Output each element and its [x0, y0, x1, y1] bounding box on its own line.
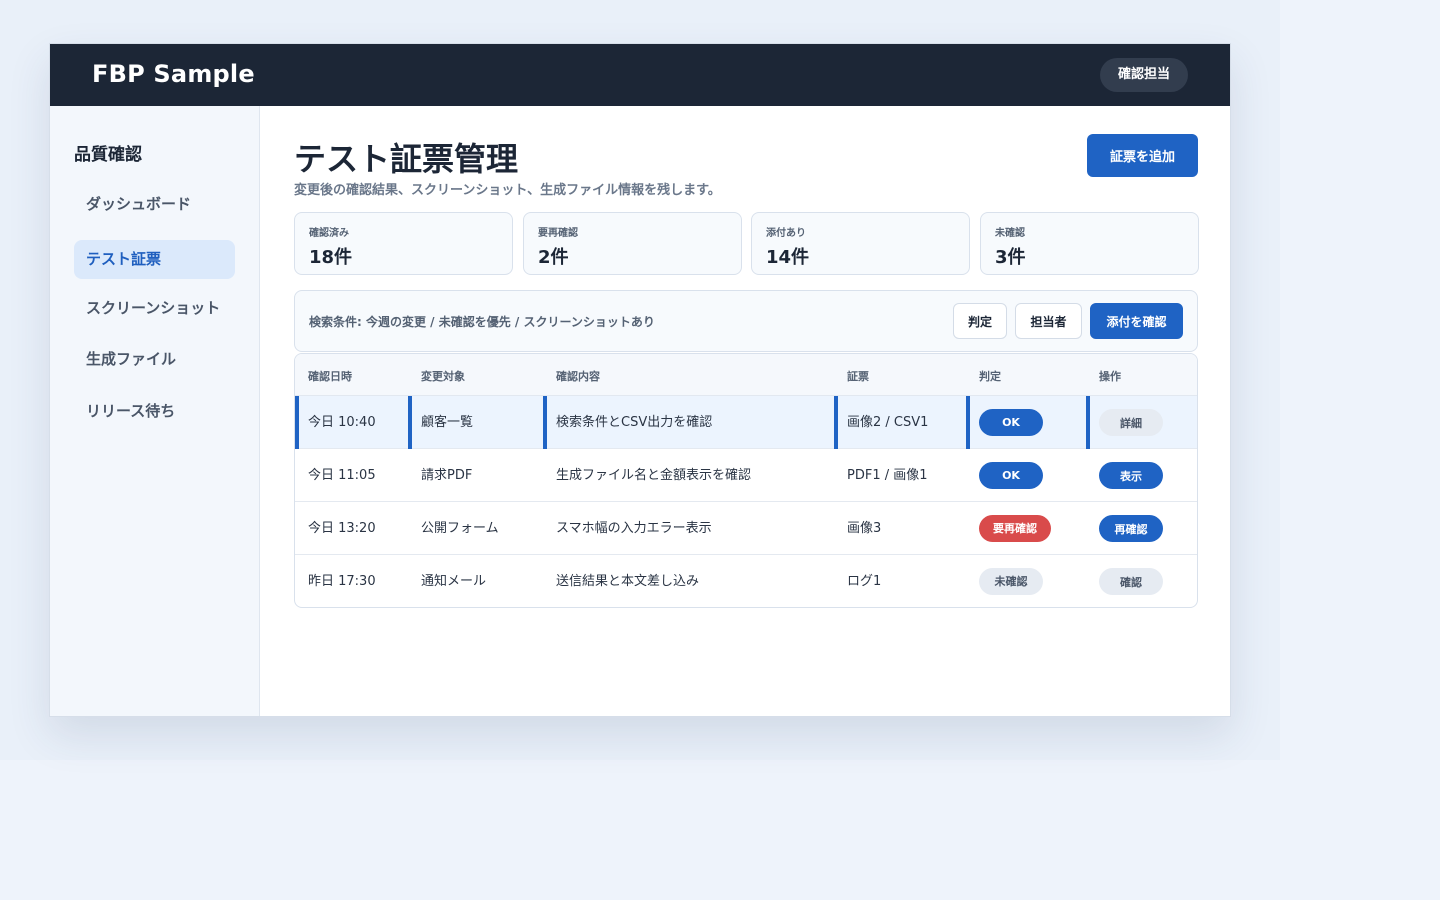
column-header: 判定 — [979, 370, 1001, 383]
cell-evidence: 画像2 / CSV1 — [834, 396, 928, 449]
evidence-table: 確認日時 変更対象 確認内容 証票 判定 操作 今日 10:40 顧客一覧 検索… — [294, 353, 1198, 608]
stat-label: 未確認 — [995, 228, 1025, 239]
stat-label: 確認済み — [309, 228, 349, 239]
page-title: テスト証票管理 — [294, 140, 519, 178]
confirm-button[interactable]: 確認 — [1099, 568, 1163, 595]
cell-content: 送信結果と本文差し込み — [556, 574, 700, 589]
recheck-button[interactable]: 再確認 — [1099, 515, 1163, 542]
stat-value: 2件 — [538, 247, 569, 268]
stat-value: 3件 — [995, 247, 1026, 268]
cell-content: 生成ファイル名と金額表示を確認 — [556, 468, 752, 483]
cell-content: スマホ幅の入力エラー表示 — [556, 521, 712, 536]
stat-value: 18件 — [309, 247, 353, 268]
cell-datetime: 今日 13:20 — [308, 521, 376, 536]
role-badge[interactable]: 確認担当 — [1099, 58, 1188, 92]
filter-bar: 検索条件: 今週の変更 / 未確認を優先 / スクリーンショットあり 判定 担当… — [294, 290, 1198, 352]
status-badge: 未確認 — [979, 568, 1043, 595]
cell-content: 検索条件とCSV出力を確認 — [543, 396, 712, 449]
sidebar-item-screenshots[interactable]: スクリーンショット — [74, 289, 235, 328]
table-header: 確認日時 変更対象 確認内容 証票 判定 操作 — [295, 354, 1197, 396]
cell-datetime: 昨日 17:30 — [308, 574, 376, 589]
filter-summary: 検索条件: 今週の変更 / 未確認を優先 / スクリーンショットあり — [309, 315, 655, 329]
cell-evidence: PDF1 / 画像1 — [847, 468, 928, 483]
sidebar: 品質確認 ダッシュボード テスト証票 スクリーンショット 生成ファイル リリース… — [50, 106, 260, 716]
cell-target: 通知メール — [421, 574, 487, 589]
sidebar-title: 品質確認 — [74, 145, 142, 165]
stat-card-recheck: 要再確認 2件 — [523, 212, 742, 275]
cell-datetime: 今日 11:05 — [308, 468, 376, 483]
table-row[interactable]: 今日 10:40 顧客一覧 検索条件とCSV出力を確認 画像2 / CSV1 O… — [295, 396, 1197, 449]
page-subtitle: 変更後の確認結果、スクリーンショット、生成ファイル情報を残します。 — [294, 183, 721, 198]
stat-label: 添付あり — [766, 228, 806, 239]
sidebar-item-test-evidence[interactable]: テスト証票 — [74, 240, 235, 279]
add-evidence-button[interactable]: 証票を追加 — [1087, 134, 1198, 177]
stat-value: 14件 — [766, 247, 810, 268]
top-bar: FBP Sample 確認担当 — [50, 44, 1230, 106]
cell-datetime: 今日 10:40 — [295, 396, 409, 449]
filter-judge-button[interactable]: 判定 — [953, 303, 1007, 339]
stat-card-unconfirmed: 未確認 3件 — [980, 212, 1199, 275]
status-badge: OK — [979, 409, 1043, 436]
table-row[interactable]: 今日 13:20 公開フォーム スマホ幅の入力エラー表示 画像3 要再確認 再確… — [295, 502, 1197, 555]
sidebar-item-release-pending[interactable]: リリース待ち — [74, 392, 235, 431]
app-window: FBP Sample 確認担当 品質確認 ダッシュボード テスト証票 スクリーン… — [49, 43, 1231, 717]
sidebar-item-generated-files[interactable]: 生成ファイル — [74, 340, 235, 379]
sidebar-item-dashboard[interactable]: ダッシュボード — [74, 185, 235, 224]
filter-owner-button[interactable]: 担当者 — [1015, 303, 1082, 339]
detail-button[interactable]: 詳細 — [1099, 409, 1163, 436]
column-header: 確認日時 — [308, 370, 352, 383]
column-header: 証票 — [847, 370, 869, 383]
cell-evidence: ログ1 — [847, 574, 882, 589]
column-header: 確認内容 — [556, 370, 600, 383]
brand-title: FBP Sample — [92, 60, 255, 88]
column-header: 変更対象 — [421, 370, 465, 383]
check-attachments-button[interactable]: 添付を確認 — [1090, 303, 1183, 339]
status-badge: OK — [979, 462, 1043, 489]
cell-target: 公開フォーム — [421, 521, 499, 536]
stat-card-confirmed: 確認済み 18件 — [294, 212, 513, 275]
table-row[interactable]: 今日 11:05 請求PDF 生成ファイル名と金額表示を確認 PDF1 / 画像… — [295, 449, 1197, 502]
table-row[interactable]: 昨日 17:30 通知メール 送信結果と本文差し込み ログ1 未確認 確認 — [295, 555, 1197, 607]
cell-target: 顧客一覧 — [408, 396, 473, 449]
status-badge: 要再確認 — [979, 515, 1051, 542]
stat-card-attached: 添付あり 14件 — [751, 212, 970, 275]
main-content: テスト証票管理 変更後の確認結果、スクリーンショット、生成ファイル情報を残します… — [260, 106, 1230, 716]
cell-evidence: 画像3 — [847, 521, 882, 536]
stat-label: 要再確認 — [538, 228, 578, 239]
view-button[interactable]: 表示 — [1099, 462, 1163, 489]
cell-target: 請求PDF — [421, 468, 473, 483]
column-header: 操作 — [1099, 370, 1121, 383]
